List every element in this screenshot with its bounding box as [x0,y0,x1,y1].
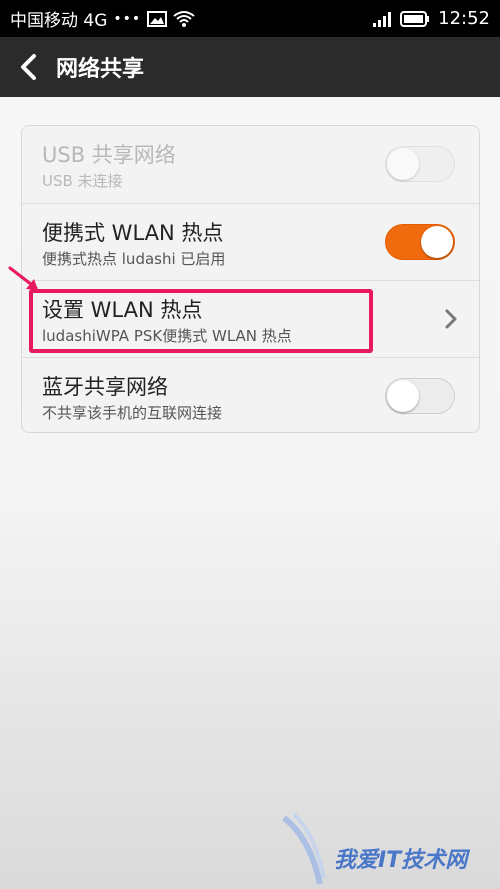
carrier-group: 中国移动 4G ••• [10,6,195,31]
wlan-hotspot-toggle[interactable] [385,224,455,260]
annotation-arrow-icon [8,266,38,290]
settings-card: USB 共享网络 USB 未连接 便携式 WLAN 热点 便携式热点 ludas… [21,125,480,433]
image-icon [147,10,168,27]
signal-icon [372,11,392,27]
battery-icon [400,10,430,27]
back-button[interactable] [0,37,56,97]
notification-dots: ••• [113,10,142,27]
row-subtitle: USB 未连接 [42,172,123,190]
wifi-icon [173,10,195,28]
clock: 12:52 [438,8,490,29]
row-title: USB 共享网络 [42,143,176,167]
status-bar: 中国移动 4G ••• 12:52 [0,0,500,37]
annotation-highlight-box [29,289,373,353]
wlan-hotspot-row[interactable]: 便携式 WLAN 热点 便携式热点 ludashi 已启用 [22,203,479,280]
toggle-knob [387,380,419,412]
toggle-knob [421,226,453,258]
carrier-label: 中国移动 4G [10,11,108,31]
watermark-text: 我爱IT技术网 [334,848,468,873]
usb-tethering-row[interactable]: USB 共享网络 USB 未连接 [22,126,479,203]
row-subtitle: 便携式热点 ludashi 已启用 [42,250,226,268]
bluetooth-tethering-toggle[interactable] [385,378,455,414]
title-bar: 网络共享 [0,37,500,97]
row-title: 便携式 WLAN 热点 [42,221,224,245]
page-title: 网络共享 [56,57,145,82]
usb-tethering-toggle[interactable] [385,146,455,182]
toggle-knob [387,148,419,180]
status-right: 12:52 [372,8,490,29]
row-subtitle: 不共享该手机的互联网连接 [42,404,223,422]
chevron-left-icon [21,54,36,80]
bluetooth-tethering-row[interactable]: 蓝牙共享网络 不共享该手机的互联网连接 [22,357,479,434]
chevron-right-icon [445,309,457,329]
row-title: 蓝牙共享网络 [42,375,168,399]
